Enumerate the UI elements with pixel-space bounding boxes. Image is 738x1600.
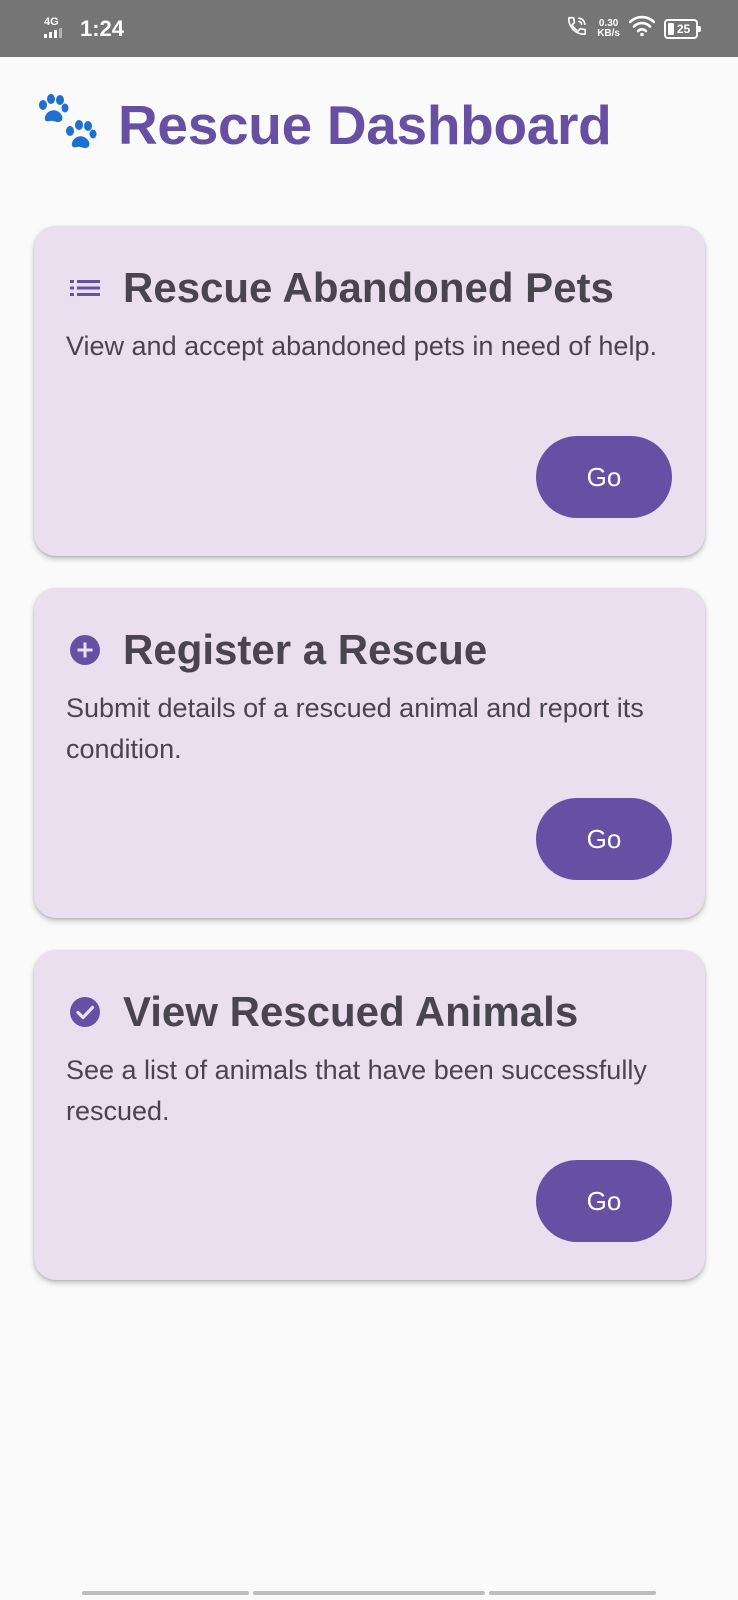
page-header: Rescue Dashboard	[34, 88, 612, 162]
card-title: Rescue Abandoned Pets	[123, 264, 614, 311]
card-header: Rescue Abandoned Pets	[68, 260, 614, 316]
card-title: Register a Rescue	[123, 626, 488, 673]
card-rescue-abandoned-pets: Rescue Abandoned Pets View and accept ab…	[34, 226, 705, 556]
network-speed-value: 0.30	[598, 17, 619, 29]
card-register-a-rescue: Register a Rescue Submit details of a re…	[34, 588, 705, 918]
nav-indicator-right	[489, 1591, 656, 1595]
network-speed-unit: KB/s	[597, 27, 620, 39]
status-bar: 4G 1:24 0.30 KB/s 25	[0, 0, 738, 57]
wifi-calling-icon	[566, 15, 588, 42]
page-title: Rescue Dashboard	[118, 94, 612, 156]
status-left: 4G 1:24	[42, 14, 124, 44]
card-description: View and accept abandoned pets in need o…	[66, 331, 657, 361]
go-button-register-a-rescue[interactable]: Go	[536, 798, 672, 880]
network-type: 4G	[44, 16, 59, 28]
paw-icon	[34, 92, 100, 158]
go-button-view-rescued-animals[interactable]: Go	[536, 1160, 672, 1242]
signal-icon: 4G	[42, 16, 70, 42]
card-header: View Rescued Animals	[68, 984, 578, 1040]
battery-level: 25	[676, 21, 691, 36]
list-icon	[68, 271, 102, 305]
nav-indicator-center	[253, 1591, 485, 1595]
network-speed: 0.30 KB/s	[597, 17, 620, 39]
card-description: Submit details of a rescued animal and r…	[66, 693, 644, 764]
card-description: See a list of animals that have been suc…	[66, 1055, 647, 1126]
go-button-rescue-abandoned-pets[interactable]: Go	[536, 436, 672, 518]
card-title: View Rescued Animals	[123, 988, 579, 1035]
battery-icon: 25	[664, 18, 701, 39]
nav-indicator-left	[82, 1591, 249, 1595]
status-right: 0.30 KB/s 25	[566, 15, 701, 42]
check-circle-icon	[68, 995, 102, 1029]
add-circle-icon	[68, 633, 102, 667]
card-header: Register a Rescue	[68, 622, 487, 678]
card-view-rescued-animals: View Rescued Animals See a list of anima…	[34, 950, 705, 1280]
status-time: 1:24	[80, 16, 125, 41]
wifi-icon	[628, 15, 656, 42]
